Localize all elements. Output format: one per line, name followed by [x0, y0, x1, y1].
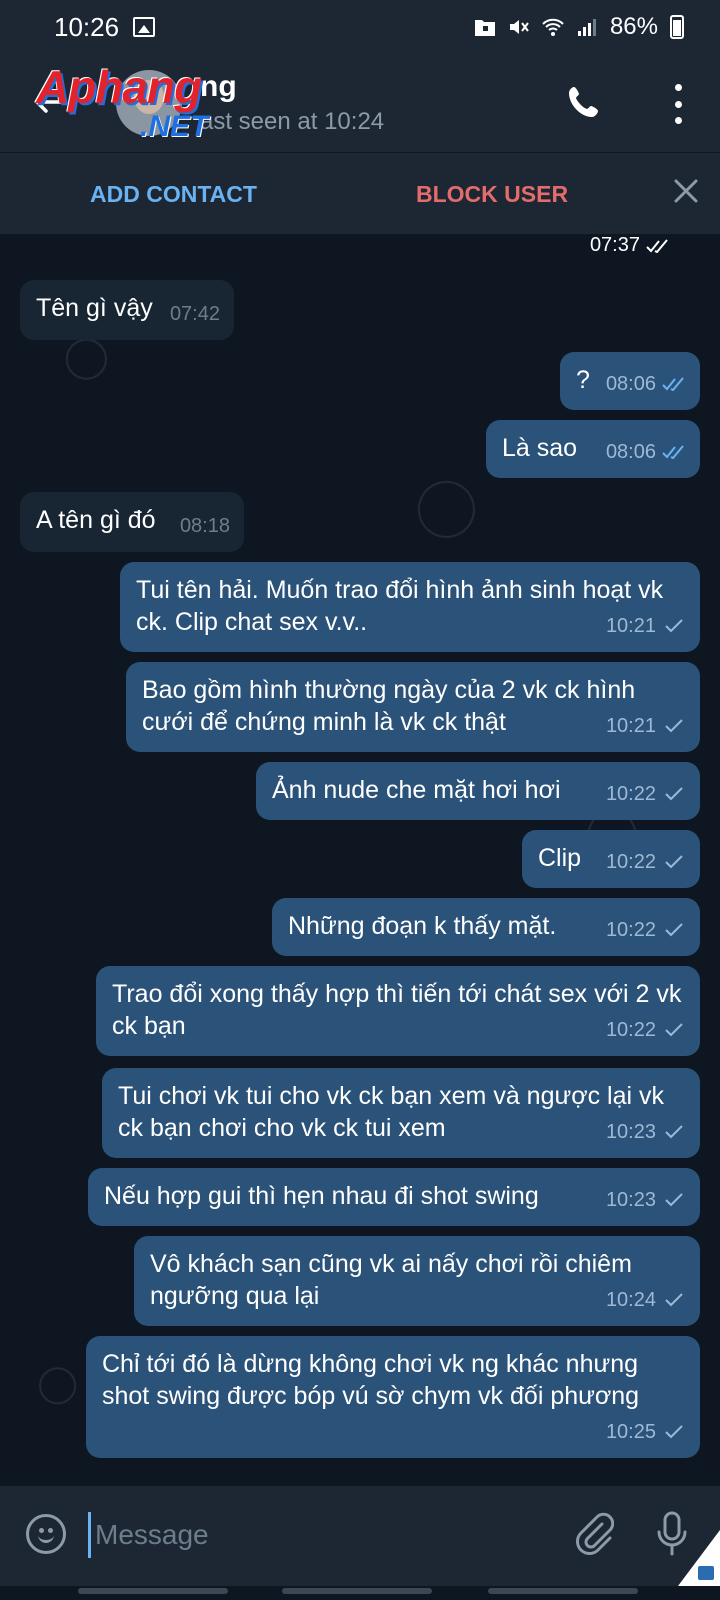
double-check-icon	[646, 238, 668, 253]
message-meta: 08:06	[606, 436, 686, 468]
message-bubble[interactable]: A tên gì đó 08:18	[20, 492, 244, 552]
message-bubble[interactable]: Chỉ tới đó là dừng không chơi vk ng khác…	[86, 1336, 700, 1458]
message-input[interactable]	[88, 1512, 528, 1558]
block-user-button[interactable]: BLOCK USER	[416, 181, 568, 208]
action-bar: ADD CONTACT BLOCK USER	[0, 152, 720, 234]
wifi-icon	[542, 18, 564, 36]
message-bubble[interactable]: Bao gồm hình thường ngày của 2 vk ck hìn…	[126, 662, 700, 752]
message-bubble[interactable]: Ảnh nude che mặt hơi hơi 10:22	[256, 762, 700, 820]
battery-percent: 86%	[609, 13, 658, 40]
message-meta: 10:25	[606, 1416, 686, 1448]
message-bubble[interactable]: ? 08:06	[560, 352, 700, 410]
message-meta: 10:23	[606, 1184, 686, 1216]
message-bubble[interactable]: Tui tên hải. Muốn trao đổi hình ảnh sinh…	[120, 562, 700, 652]
add-contact-button[interactable]: ADD CONTACT	[90, 181, 257, 208]
double-check-icon	[662, 445, 684, 459]
microphone-icon[interactable]	[654, 1510, 690, 1558]
check-icon	[665, 855, 683, 869]
check-icon	[665, 787, 683, 801]
message-time: 10:21	[605, 615, 656, 637]
system-navigation-bar	[0, 1586, 720, 1600]
close-icon[interactable]	[672, 177, 700, 205]
message-text: Trao đổi xong thấy hợp thì tiến tới chát…	[112, 980, 682, 1040]
check-icon	[665, 1193, 683, 1207]
message-time: 10:22	[605, 783, 656, 805]
message-meta: 08:06	[606, 368, 686, 400]
check-icon	[665, 1425, 683, 1439]
message-meta: 10:22	[606, 846, 686, 878]
message-meta: 10:22	[606, 778, 686, 810]
message-time-partial: 07:37	[590, 234, 670, 257]
message-time: 10:23	[605, 1121, 656, 1143]
chat-history[interactable]: 07:37 Tên gì vậy 07:42 ? 08:06 Là sao 08…	[0, 234, 720, 1486]
check-icon	[665, 1023, 683, 1037]
message-bubble[interactable]: Tên gì vậy 07:42	[20, 280, 234, 340]
message-text: Chỉ tới đó là dừng không chơi vk ng khác…	[102, 1350, 640, 1410]
signal-icon	[577, 19, 596, 36]
message-text: Bao gồm hình thường ngày của 2 vk ck hìn…	[142, 676, 636, 736]
phone-icon[interactable]	[566, 84, 602, 120]
status-bar: 10:26 86%	[0, 0, 720, 54]
status-time: 10:26	[54, 11, 120, 42]
chat-header: ng ast seen at 10:24 Aphang .NET	[0, 54, 720, 152]
message-time: 08:18	[179, 515, 230, 537]
message-text: Tui chơi vk tui cho vk ck bạn xem và ngư…	[118, 1082, 665, 1142]
message-time: 08:06	[605, 441, 656, 463]
message-bubble[interactable]: Tui chơi vk tui cho vk ck bạn xem và ngư…	[102, 1068, 700, 1158]
check-icon	[665, 619, 683, 633]
status-icons: 86%	[474, 13, 684, 41]
message-bubble[interactable]: Là sao 08:06	[486, 420, 700, 478]
message-time: 08:06	[605, 373, 656, 395]
check-icon	[665, 1293, 683, 1307]
message-time: 10:22	[605, 851, 656, 873]
message-time: 10:24	[605, 1289, 656, 1311]
folder-lock-icon	[474, 20, 495, 36]
message-time: 10:22	[605, 1019, 656, 1041]
message-meta: 07:42	[170, 298, 220, 330]
check-icon	[665, 719, 683, 733]
mute-icon	[509, 20, 529, 34]
last-seen-status: ast seen at 10:24	[200, 108, 385, 135]
message-meta: 10:22	[606, 1014, 686, 1046]
message-text: Tui tên hải. Muốn trao đổi hình ảnh sinh…	[136, 576, 664, 636]
message-bubble[interactable]: Trao đổi xong thấy hợp thì tiến tới chát…	[96, 966, 700, 1056]
message-bubble[interactable]: Vô khách sạn cũng vk ai nấy chơi rồi chi…	[134, 1236, 700, 1326]
message-meta: 08:18	[180, 510, 230, 542]
paperclip-icon[interactable]	[574, 1512, 614, 1556]
battery-icon	[670, 15, 684, 39]
contact-name[interactable]: ng	[200, 70, 237, 104]
message-time: 10:23	[605, 1189, 656, 1211]
message-bubble[interactable]: Những đoạn k thấy mặt. 10:22	[272, 898, 700, 956]
message-meta: 10:21	[606, 710, 686, 742]
message-meta: 10:21	[606, 610, 686, 642]
watermark-logo: Aphang	[36, 61, 202, 113]
message-meta: 10:24	[606, 1284, 686, 1316]
nav-back-button[interactable]	[488, 1588, 638, 1594]
message-composer	[0, 1486, 720, 1586]
message-time: 10:25	[605, 1421, 656, 1443]
nav-home-button[interactable]	[282, 1588, 432, 1594]
message-text: Nếu hợp gui thì hẹn nhau đi shot swing	[104, 1182, 539, 1210]
message-meta: 10:22	[606, 914, 686, 946]
message-time: 10:21	[605, 715, 656, 737]
message-text: Vô khách sạn cũng vk ai nấy chơi rồi chi…	[150, 1250, 632, 1310]
more-vertical-icon[interactable]	[664, 84, 692, 124]
message-bubble[interactable]: Nếu hợp gui thì hẹn nhau đi shot swing 1…	[88, 1168, 700, 1226]
message-bubble[interactable]: Clip 10:22	[522, 830, 700, 888]
message-meta: 10:23	[606, 1116, 686, 1148]
check-icon	[665, 923, 683, 937]
gallery-icon	[133, 17, 156, 37]
message-time: 07:42	[169, 303, 220, 325]
message-time: 07:37	[589, 234, 640, 256]
double-check-icon	[662, 377, 684, 391]
message-time: 10:22	[605, 919, 656, 941]
watermark-logo-suffix: .NET	[140, 110, 209, 143]
check-icon	[665, 1125, 683, 1139]
nav-recent-button[interactable]	[78, 1588, 228, 1594]
emoji-icon[interactable]	[26, 1514, 66, 1554]
